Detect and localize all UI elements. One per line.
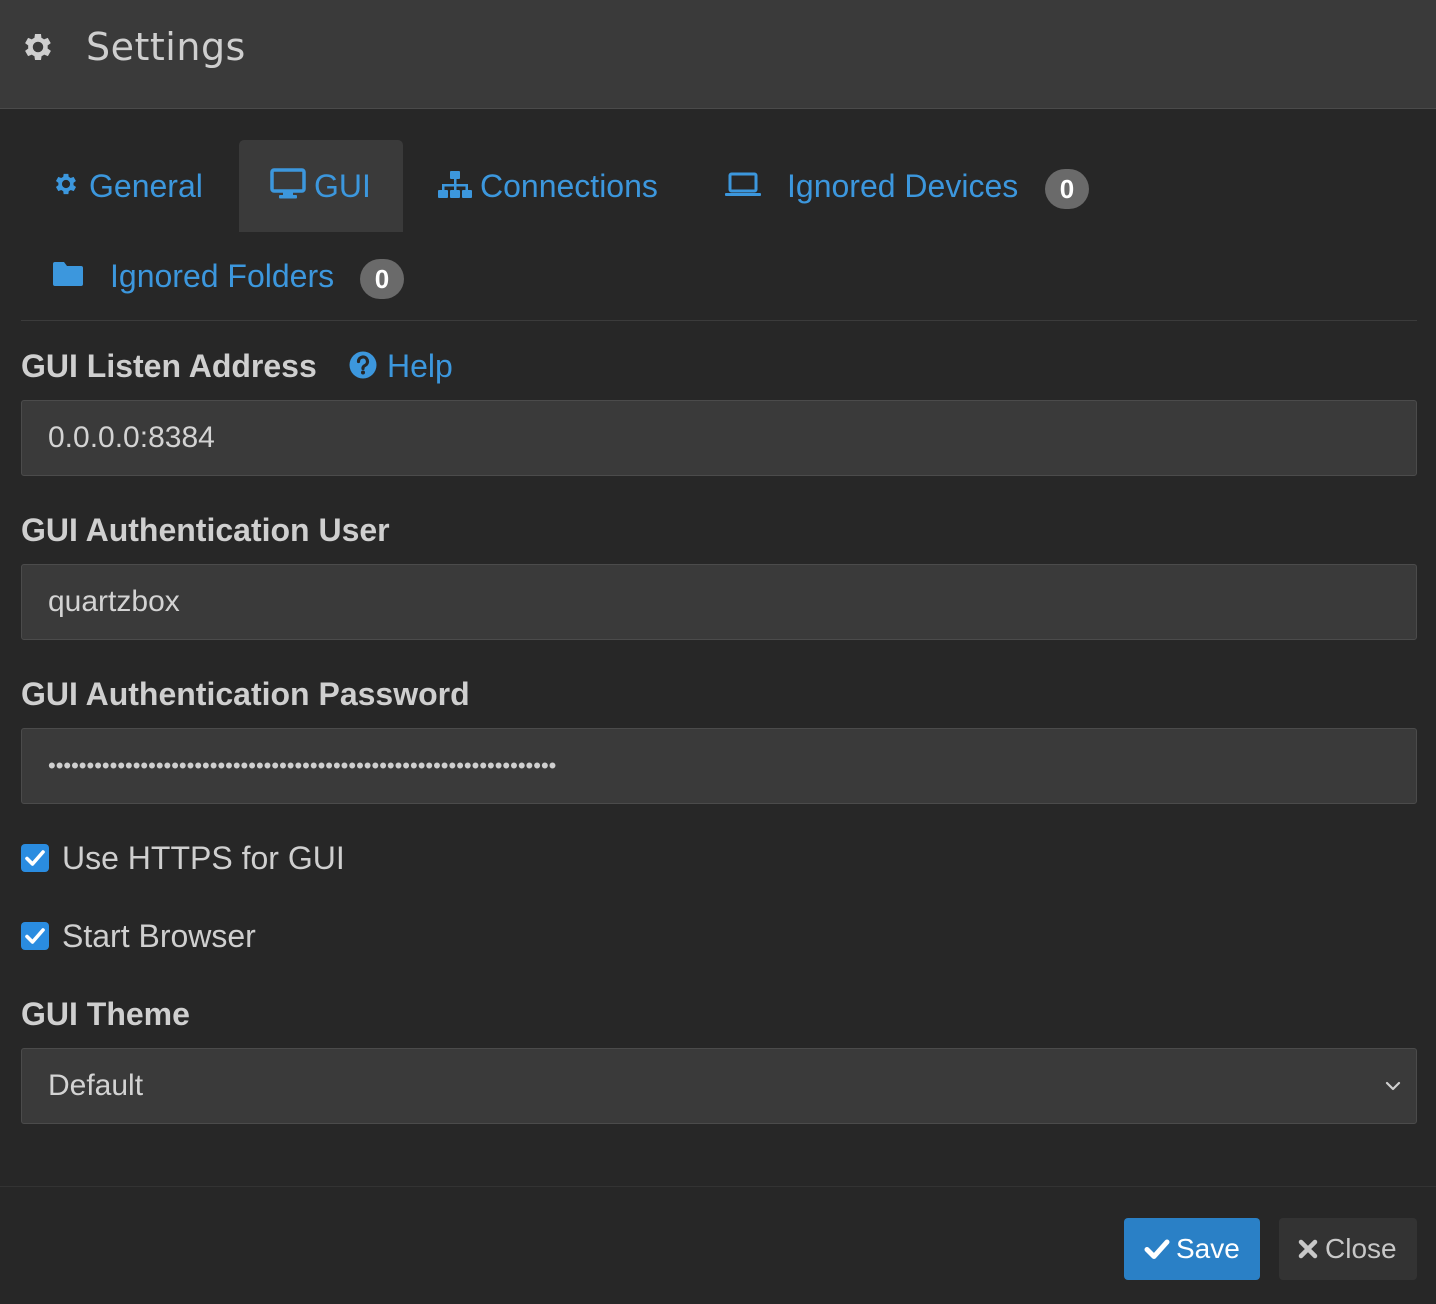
- tab-connections[interactable]: Connections: [438, 166, 668, 206]
- settings-modal: Settings General GUI Connections Ignored…: [0, 0, 1436, 1304]
- network-icon: [438, 171, 472, 198]
- tab-ignored-folders-label: Ignored Folders: [110, 258, 335, 294]
- tab-ignored-folders[interactable]: Ignored Folders: [52, 256, 342, 296]
- use-https-option[interactable]: Use HTTPS for GUI: [21, 840, 361, 880]
- close-button[interactable]: Close: [1279, 1218, 1417, 1280]
- tabs-divider: [21, 320, 1417, 321]
- modal-header: Settings: [0, 0, 1436, 109]
- tab-gui-label: GUI: [314, 168, 371, 204]
- tab-connections-label: Connections: [480, 168, 658, 204]
- modal-title: Settings: [86, 25, 246, 69]
- theme-selected-value: Default: [48, 1069, 144, 1102]
- close-icon: [1298, 1239, 1318, 1259]
- folder-icon: [53, 262, 83, 286]
- ignored-folders-count-badge: 0: [360, 259, 404, 299]
- tab-general-label: General: [89, 168, 203, 204]
- use-https-checkbox[interactable]: [21, 844, 49, 872]
- ignored-devices-count-badge: 0: [1045, 169, 1089, 209]
- start-browser-label: Start Browser: [62, 918, 256, 954]
- auth-password-input[interactable]: ••••••••••••••••••••••••••••••••••••••••…: [21, 728, 1417, 804]
- laptop-icon: [725, 172, 761, 196]
- start-browser-option[interactable]: Start Browser: [21, 918, 281, 958]
- use-https-label: Use HTTPS for GUI: [62, 840, 345, 876]
- checkmark-icon: [25, 850, 45, 866]
- auth-user-input[interactable]: quartzbox: [21, 564, 1417, 640]
- theme-label: GUI Theme: [21, 996, 190, 1032]
- auth-password-label: GUI Authentication Password: [21, 676, 470, 712]
- start-browser-checkbox[interactable]: [21, 922, 49, 950]
- save-button-label: Save: [1176, 1233, 1240, 1264]
- auth-user-label: GUI Authentication User: [21, 512, 390, 548]
- checkmark-icon: [25, 928, 45, 944]
- tab-gui[interactable]: GUI: [270, 166, 380, 206]
- close-button-label: Close: [1325, 1233, 1397, 1264]
- help-label: Help: [387, 348, 453, 384]
- gear-icon: [55, 173, 77, 195]
- gear-icon: [25, 33, 51, 61]
- checkmark-icon: [1144, 1239, 1170, 1259]
- monitor-icon: [270, 168, 306, 199]
- tab-ignored-devices[interactable]: Ignored Devices: [724, 166, 1024, 206]
- chevron-down-icon: [1385, 1081, 1401, 1091]
- tab-general[interactable]: General: [52, 166, 212, 206]
- theme-select[interactable]: Default: [21, 1048, 1417, 1124]
- question-circle-icon: [349, 351, 377, 379]
- listen-address-input[interactable]: 0.0.0.0:8384: [21, 400, 1417, 476]
- tab-ignored-devices-label: Ignored Devices: [787, 168, 1019, 204]
- listen-address-label: GUI Listen Address: [21, 348, 317, 384]
- save-button[interactable]: Save: [1124, 1218, 1260, 1280]
